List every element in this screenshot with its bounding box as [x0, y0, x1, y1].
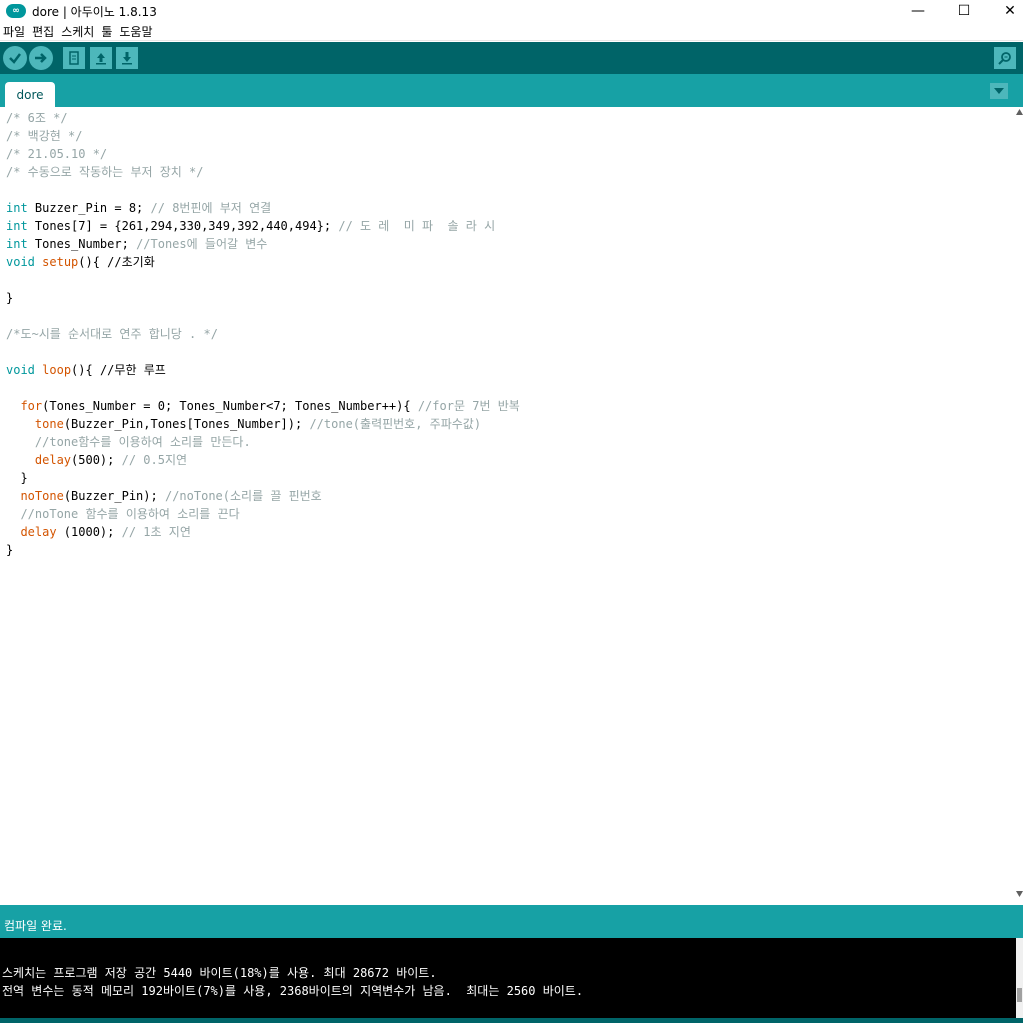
code-line: for(Tones_Number = 0; Tones_Number<7; To…	[6, 397, 520, 415]
function-name: tone	[34, 417, 64, 431]
function-name: delay	[20, 525, 57, 539]
console-line: 스케치는 프로그램 저장 공간 5440 바이트(18%)를 사용. 최대 28…	[2, 966, 437, 980]
menu-file[interactable]: 파일	[0, 23, 29, 40]
console-status-bar: 컴파일 완료.	[0, 905, 1023, 938]
console-scrollbar[interactable]	[1016, 938, 1023, 1018]
menu-edit[interactable]: 편집	[29, 23, 58, 40]
code-line: void setup(){ //초기화	[6, 253, 155, 271]
code-line: //noTone 함수를 이용하여 소리를 끈다	[6, 507, 240, 521]
comment: // 도 레 미 파 솔 라 시	[338, 219, 496, 233]
keyword: int	[6, 201, 28, 215]
verify-icon	[9, 53, 21, 64]
console-output: 스케치는 프로그램 저장 공간 5440 바이트(18%)를 사용. 최대 28…	[0, 938, 1016, 1018]
code-line: /* 수동으로 작동하는 부저 장치 */	[6, 165, 204, 179]
open-button[interactable]	[90, 47, 112, 69]
minimize-button[interactable]: —	[895, 0, 941, 22]
menu-tools[interactable]: 툴	[98, 23, 116, 40]
code-text: (Buzzer_Pin);	[63, 489, 165, 503]
function-name: loop	[42, 363, 72, 377]
keyword: void	[6, 363, 35, 377]
comment: // 8번핀에 부저 연결	[150, 201, 272, 215]
code-text: (){	[71, 363, 100, 377]
keyword: void	[6, 255, 35, 269]
save-button[interactable]	[116, 47, 138, 69]
compile-status: 컴파일 완료.	[4, 919, 67, 933]
title-bar: ∞ dore | 아두이노 1.8.13 — ☐ ✕	[0, 0, 1023, 22]
comment: //noTone(소리를 끌 핀번호	[164, 489, 322, 503]
code-line: /*도~시를 순서대로 연주 합니당 . */	[6, 327, 218, 341]
upload-button[interactable]	[29, 46, 53, 70]
code-line: tone(Buzzer_Pin,Tones[Tones_Number]); //…	[6, 415, 481, 433]
code-text: (Buzzer_Pin,Tones[Tones_Number]);	[63, 417, 310, 431]
status-bar	[0, 1018, 1023, 1023]
code-line: void loop(){ //무한 루프	[6, 361, 166, 379]
save-icon	[122, 52, 132, 65]
code-line: }	[6, 291, 14, 305]
code-line: delay(500); // 0.5지연	[6, 451, 187, 469]
comment: //tone(출력핀번호, 주파수값)	[309, 417, 482, 431]
window-title: dore | 아두이노 1.8.13	[32, 4, 157, 19]
code-text: Tones[7] = {261,294,330,349,392,440,494}…	[27, 219, 339, 233]
comment: //Tones에 들어갈 변수	[136, 237, 268, 251]
menu-sketch[interactable]: 스케치	[58, 23, 98, 40]
menu-help[interactable]: 도움말	[116, 23, 156, 40]
code-line: noTone(Buzzer_Pin); //noTone(소리를 끌 핀번호	[6, 487, 322, 505]
code-text: Buzzer_Pin = 8;	[27, 201, 151, 215]
scroll-down-icon	[1016, 891, 1023, 897]
comment: //for문 7번 반복	[417, 399, 520, 413]
comment: //무한 루프	[99, 363, 166, 377]
code-text: (1000);	[56, 525, 122, 539]
keyword: for	[20, 399, 43, 413]
keyword: int	[6, 219, 28, 233]
code-editor[interactable]: /* 6조 */ /* 백강현 */ /* 21.05.10 */ /* 수동으…	[0, 107, 1016, 902]
keyword: int	[6, 237, 28, 251]
code-text: Tones_Number;	[27, 237, 137, 251]
code-line: }	[6, 543, 14, 557]
tab-bar: dore	[0, 74, 1023, 107]
code-line: /* 21.05.10 */	[6, 147, 108, 161]
arduino-logo-icon: ∞	[6, 4, 26, 18]
close-button[interactable]: ✕	[987, 0, 1023, 22]
maximize-button[interactable]: ☐	[941, 0, 987, 22]
tab-dore[interactable]: dore	[5, 82, 55, 107]
code-text: (){	[78, 255, 108, 269]
function-name: setup	[42, 255, 79, 269]
code-line: /* 6조 */	[6, 111, 68, 125]
new-icon	[69, 51, 79, 65]
comment: //초기화	[107, 255, 155, 269]
new-sketch-button[interactable]	[63, 47, 85, 69]
code-text: (Tones_Number = 0; Tones_Number<7; Tones…	[42, 399, 418, 413]
serial-monitor-button[interactable]	[994, 47, 1016, 69]
tab-menu-button[interactable]	[990, 83, 1008, 99]
code-line: int Tones[7] = {261,294,330,349,392,440,…	[6, 217, 495, 235]
code-line: int Buzzer_Pin = 8; // 8번핀에 부저 연결	[6, 199, 271, 217]
verify-button[interactable]	[3, 46, 27, 70]
comment: // 1초 지연	[121, 525, 191, 539]
code-text: (500);	[71, 453, 122, 467]
code-line: /* 백강현 */	[6, 129, 83, 143]
code-line: delay (1000); // 1초 지연	[6, 523, 191, 541]
editor-scrollbar[interactable]	[1016, 107, 1023, 902]
code-line: //tone함수를 이용하여 소리를 만든다.	[6, 435, 251, 449]
open-icon	[96, 53, 106, 65]
console-line: 전역 변수는 동적 메모리 192바이트(7%)를 사용, 2368바이트의 지…	[2, 984, 584, 998]
scroll-up-icon	[1016, 109, 1023, 115]
menu-bar: 파일 편집 스케치 툴 도움말	[0, 22, 1023, 41]
toolbar	[0, 42, 1023, 74]
function-name: delay	[34, 453, 72, 467]
upload-icon	[35, 53, 47, 63]
function-name: noTone	[20, 489, 64, 503]
comment: // 0.5지연	[121, 453, 188, 467]
serial-monitor-icon	[998, 52, 1011, 65]
code-line: int Tones_Number; //Tones에 들어갈 변수	[6, 235, 267, 253]
scroll-thumb[interactable]	[1017, 988, 1022, 1002]
chevron-down-icon	[994, 88, 1004, 94]
code-line: }	[6, 471, 28, 485]
